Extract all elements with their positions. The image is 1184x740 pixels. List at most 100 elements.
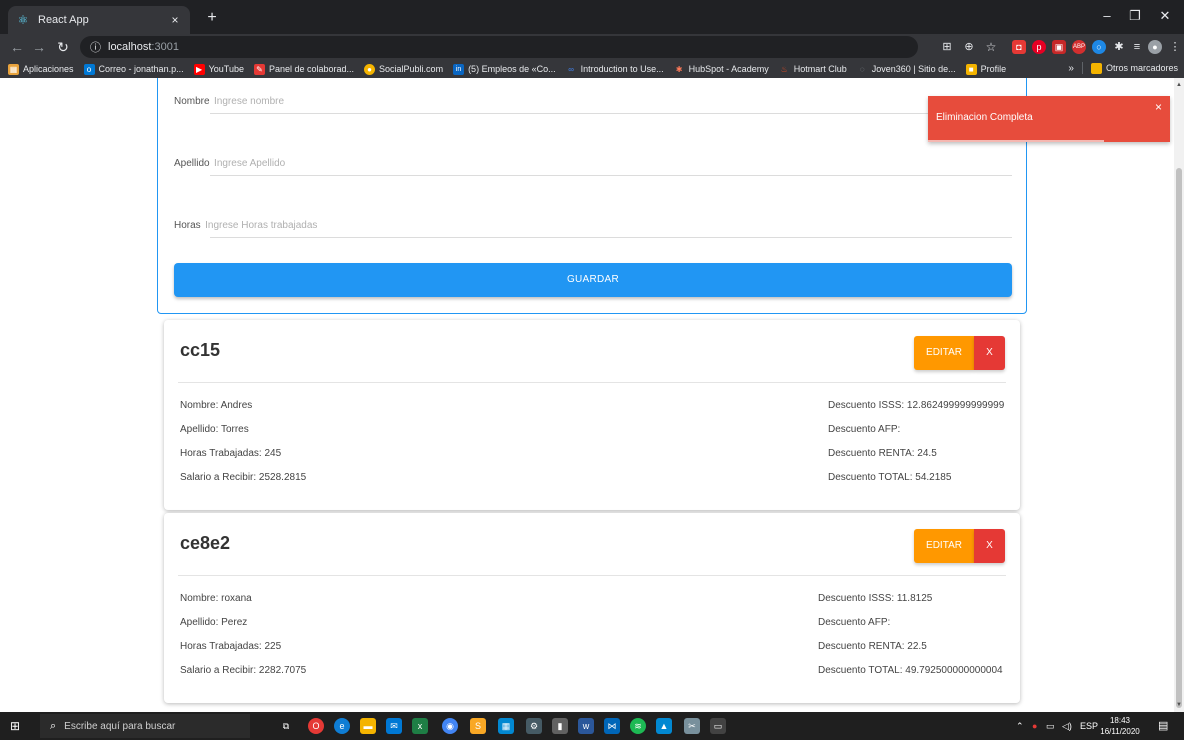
horas-input[interactable]: Ingrese Horas trabajadas [205, 220, 317, 231]
chrome-icon[interactable]: ◉ [442, 718, 458, 734]
bookmark-hubspot[interactable]: ✱ HubSpot - Academy [674, 64, 769, 75]
bookmarks-more-icon[interactable]: » [1068, 63, 1074, 74]
bookmark-youtube[interactable]: ▶ YouTube [193, 63, 244, 75]
url-host: localhost [108, 41, 152, 53]
file-explorer-icon[interactable]: ▬ [360, 718, 376, 734]
calculator-icon[interactable]: ▦ [498, 718, 514, 734]
back-icon[interactable]: ← [8, 38, 26, 56]
card-divider [178, 575, 1006, 576]
windows-start-icon[interactable]: ⊞ [10, 720, 22, 732]
mail-icon[interactable]: ✉ [386, 718, 402, 734]
bookmark-otros[interactable]: Otros marcadores [1090, 62, 1178, 74]
outlook-icon: o [83, 63, 95, 75]
scrollbar-thumb[interactable] [1176, 168, 1182, 708]
puzzle-icon[interactable]: ✱ [1112, 40, 1126, 54]
apellido-input[interactable]: Ingrese Apellido [214, 158, 285, 169]
snip-icon[interactable]: ✂ [684, 718, 700, 734]
toast-progress-bar [928, 140, 1104, 142]
restore-icon[interactable]: ❐ [1126, 8, 1144, 24]
window-close-icon[interactable]: ✕ [1156, 8, 1174, 24]
employee-isss: Descuento ISSS: 11.8125 [818, 593, 933, 604]
delete-button[interactable]: X [974, 336, 1005, 370]
extension-icon[interactable]: ◘ [1012, 40, 1026, 54]
edge-icon[interactable]: e [334, 718, 350, 734]
employee-code: ce8e2 [180, 533, 231, 553]
vscode-icon[interactable]: ⋈ [604, 718, 620, 734]
tray-chevron-icon[interactable]: ⌃ [1016, 721, 1024, 732]
bookmark-hotmart[interactable]: ♨ Hotmart Club [779, 64, 847, 75]
delete-button[interactable]: X [974, 529, 1005, 563]
new-tab-icon[interactable]: + [204, 10, 220, 26]
edit-button[interactable]: EDITAR [914, 529, 974, 563]
sublime-icon[interactable]: S [470, 718, 486, 734]
bookmark-joven360[interactable]: ◌ Joven360 | Sitio de... [857, 64, 956, 75]
employee-code: cc15 [180, 340, 221, 360]
toast-close-icon[interactable]: × [1155, 100, 1162, 114]
save-button[interactable]: GUARDAR [174, 263, 1012, 297]
taskbar-search-input[interactable]: Escribe aquí para buscar [64, 721, 175, 732]
profile-avatar-icon[interactable]: ● [1148, 40, 1162, 54]
scroll-up-icon[interactable]: ▲ [1176, 82, 1182, 88]
panel-icon: ✎ [253, 63, 265, 75]
reading-list-icon[interactable]: ≡ [1130, 40, 1144, 54]
language-indicator[interactable]: ESP [1080, 721, 1098, 731]
clock-time: 18:43 [1109, 716, 1131, 725]
bookmark-correo[interactable]: o Correo - jonathan.p... [83, 63, 184, 75]
scroll-down-icon[interactable]: ▼ [1176, 702, 1182, 708]
reload-icon[interactable]: ↻ [54, 38, 72, 56]
translate-icon[interactable]: ⊞ [940, 40, 954, 54]
horas-field[interactable]: Horas Ingrese Horas trabajadas [174, 215, 1012, 238]
adblock-icon[interactable]: ABP [1072, 40, 1086, 54]
task-view-icon[interactable]: ⧉ [278, 718, 294, 734]
settings-icon[interactable]: ⚙ [526, 718, 542, 734]
folder-icon [1090, 62, 1102, 74]
bookmark-introduction[interactable]: ∞ Introduction to Use... [566, 64, 663, 75]
zoom-icon[interactable]: ⊕ [962, 40, 976, 54]
nombre-input[interactable]: Ingrese nombre [214, 96, 284, 107]
forward-icon[interactable]: → [30, 38, 48, 56]
photos-icon[interactable]: ▲ [656, 718, 672, 734]
browser-tab[interactable]: ⚛ React App × [8, 6, 190, 34]
nombre-underline [210, 113, 1012, 114]
page-scrollbar[interactable]: ▲ ▼ [1174, 78, 1184, 712]
minimize-icon[interactable]: – [1098, 8, 1116, 23]
address-bar[interactable]: ⓘ localhost:3001 [80, 36, 918, 58]
bookmark-panel[interactable]: ✎ Panel de colaborad... [253, 63, 354, 75]
opera-icon[interactable]: O [308, 718, 324, 734]
pinterest-icon[interactable]: p [1032, 40, 1046, 54]
volume-icon[interactable]: ◁) [1062, 721, 1072, 732]
taskbar-clock[interactable]: 18:43 16/11/2020 [1098, 715, 1142, 737]
tray-opera-icon[interactable]: ● [1032, 721, 1037, 731]
bookmark-socialpubli[interactable]: ● SocialPubli.com [364, 63, 443, 75]
hubspot-icon: ✱ [675, 64, 683, 74]
notifications-icon[interactable]: ▤ [1158, 719, 1168, 732]
bookmark-star-icon[interactable]: ☆ [984, 40, 998, 54]
bookmark-profile[interactable]: ■ Profile [965, 63, 1006, 75]
taskbar-search[interactable]: ⌕ Escribe aquí para buscar [40, 714, 250, 738]
network-icon[interactable]: ▭ [1046, 721, 1055, 732]
browser-toolbar: ← → ↻ ⓘ localhost:3001 ⊞ ⊕ ☆ ◘ p ▣ ABP ○… [0, 34, 1184, 60]
terminal-icon[interactable]: ▭ [710, 718, 726, 734]
site-info-icon[interactable]: ⓘ [90, 39, 104, 55]
tab-close-icon[interactable]: × [168, 13, 182, 27]
employee-apellido: Apellido: Torres [180, 424, 249, 435]
usb-icon[interactable]: ▮ [552, 718, 568, 734]
windows-taskbar: ⊞ ⌕ Escribe aquí para buscar ⧉ O e ▬ ✉ x… [0, 712, 1184, 740]
bookmark-linkedin[interactable]: in (5) Empleos de «Co... [453, 63, 556, 75]
apellido-field[interactable]: Apellido Ingrese Apellido [174, 153, 1012, 176]
nombre-field[interactable]: Nombre Ingrese nombre [174, 91, 1012, 114]
menu-kebab-icon[interactable]: ⋮ [1168, 40, 1182, 54]
extension-icon[interactable]: ▣ [1052, 40, 1066, 54]
apellido-label: Apellido [174, 158, 210, 169]
apellido-underline [210, 175, 1012, 176]
employee-salario: Salario a Recibir: 2528.2815 [180, 472, 307, 483]
edit-button[interactable]: EDITAR [914, 336, 974, 370]
bookmark-apps[interactable]: ▦ Aplicaciones [8, 63, 74, 75]
linkedin-icon: in [453, 63, 465, 75]
word-icon[interactable]: w [578, 718, 594, 734]
spotify-icon[interactable]: ≋ [630, 718, 646, 734]
search-icon: ⌕ [50, 719, 57, 732]
excel-icon[interactable]: x [412, 718, 428, 734]
bookmarks-bar: ▦ Aplicaciones o Correo - jonathan.p... ▶ Y… [0, 60, 1184, 78]
extension-icon[interactable]: ○ [1092, 40, 1106, 54]
